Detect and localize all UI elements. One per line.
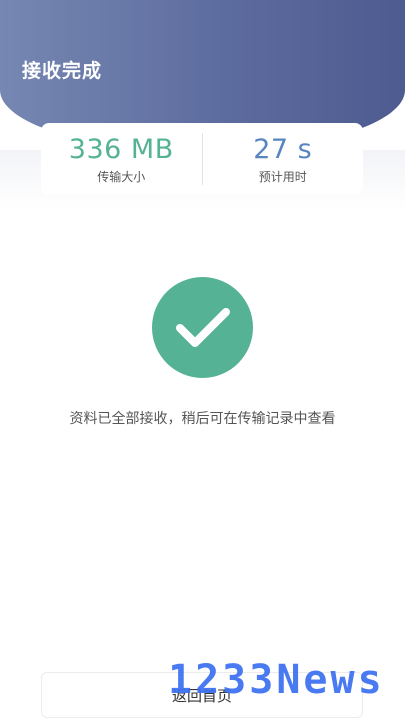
estimated-time-stat: 27 s 预计用时	[203, 131, 364, 187]
watermark-logo: 1233News	[168, 657, 385, 703]
completion-message: 资料已全部接收，稍后可在传输记录中查看	[69, 411, 336, 427]
estimated-time-label: 预计用时	[258, 169, 307, 184]
transfer-size-label: 传输大小	[97, 169, 146, 184]
transfer-size-stat: 336 MB 传输大小	[41, 131, 202, 187]
page-title: 接收完成	[22, 60, 103, 82]
check-icon	[175, 307, 230, 347]
estimated-time-value: 27 s	[253, 133, 313, 165]
success-check-badge	[152, 277, 253, 378]
transfer-stats-card: 336 MB 传输大小 27 s 预计用时	[41, 123, 363, 195]
transfer-size-value: 336 MB	[68, 133, 174, 165]
